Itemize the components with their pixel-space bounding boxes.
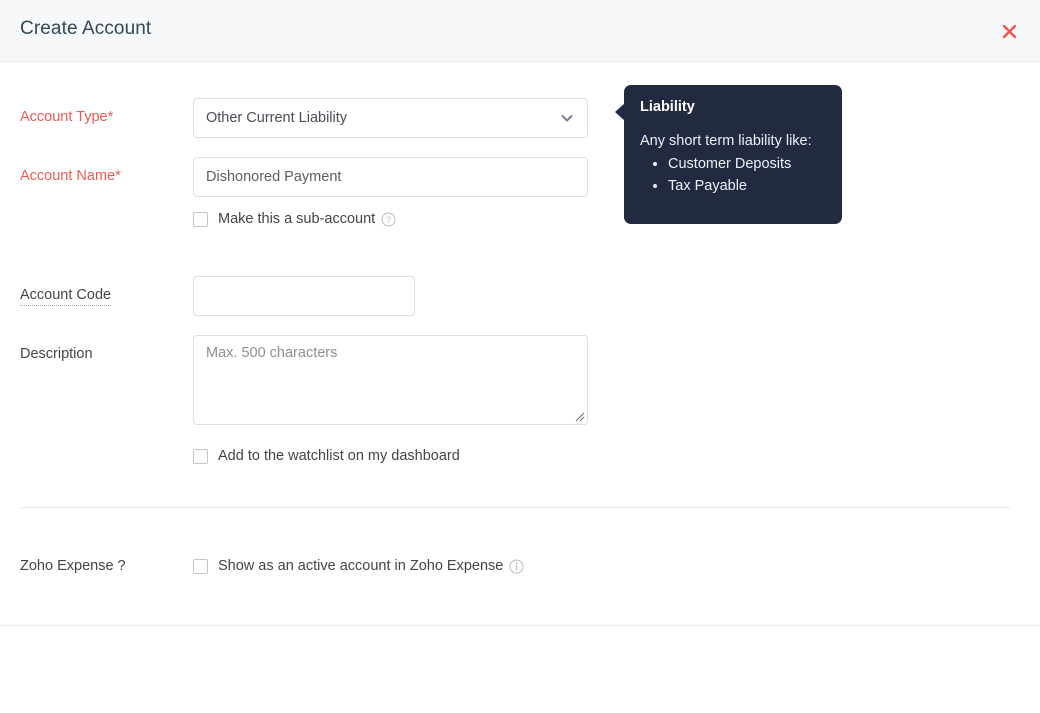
sub-account-checkbox[interactable] [193,212,208,227]
description-textarea[interactable] [193,335,588,425]
watchlist-row: Add to the watchlist on my dashboard [193,448,460,464]
account-code-input[interactable] [193,276,415,316]
dialog-footer: Save Cancel [0,625,1040,713]
zoho-expense-row: Show as an active account in Zoho Expens… [193,558,524,574]
account-code-input-wrap [193,276,415,316]
account-type-value: Other Current Liability [206,110,559,126]
dialog-body: Account Type* Other Current Liability Ac… [0,62,1040,625]
chevron-down-icon [559,110,575,126]
account-type-label: Account Type* [20,109,113,125]
account-name-input-wrap [193,157,588,197]
sub-account-row: Make this a sub-account ? [193,211,396,227]
watchlist-checkbox[interactable] [193,449,208,464]
create-account-dialog: Create Account Account Type* Other Curre… [0,0,1040,713]
description-textarea-wrap [193,335,588,425]
question-mark-icon[interactable]: ? [381,212,396,227]
dialog-header: Create Account [0,0,1040,62]
account-code-label: Account Code [20,287,111,306]
sub-account-label: Make this a sub-account [218,211,375,227]
tooltip-list-item: Tax Payable [668,175,826,197]
tooltip-text: Any short term liability like: [640,133,826,149]
account-type-select[interactable]: Other Current Liability [193,98,588,138]
close-icon[interactable] [995,17,1023,45]
info-icon[interactable] [509,559,524,574]
close-icon-glyph [1001,23,1018,40]
description-label: Description [20,346,93,362]
question-mark-icon-glyph: ? [381,212,396,227]
zoho-expense-label: Zoho Expense ? [20,558,126,574]
info-icon-glyph [509,559,524,574]
liability-tooltip: Liability Any short term liability like:… [624,85,842,224]
tooltip-list: Customer Deposits Tax Payable [640,153,826,197]
zoho-expense-checkbox[interactable] [193,559,208,574]
section-divider [20,507,1010,508]
account-name-input[interactable] [193,157,588,197]
tooltip-title: Liability [640,99,826,115]
svg-text:?: ? [386,215,391,225]
tooltip-list-item: Customer Deposits [668,153,826,175]
account-name-label: Account Name* [20,168,121,184]
tooltip-arrow [615,103,625,121]
watchlist-label: Add to the watchlist on my dashboard [218,448,460,464]
zoho-expense-checkbox-label: Show as an active account in Zoho Expens… [218,558,503,574]
page-title: Create Account [20,18,151,40]
